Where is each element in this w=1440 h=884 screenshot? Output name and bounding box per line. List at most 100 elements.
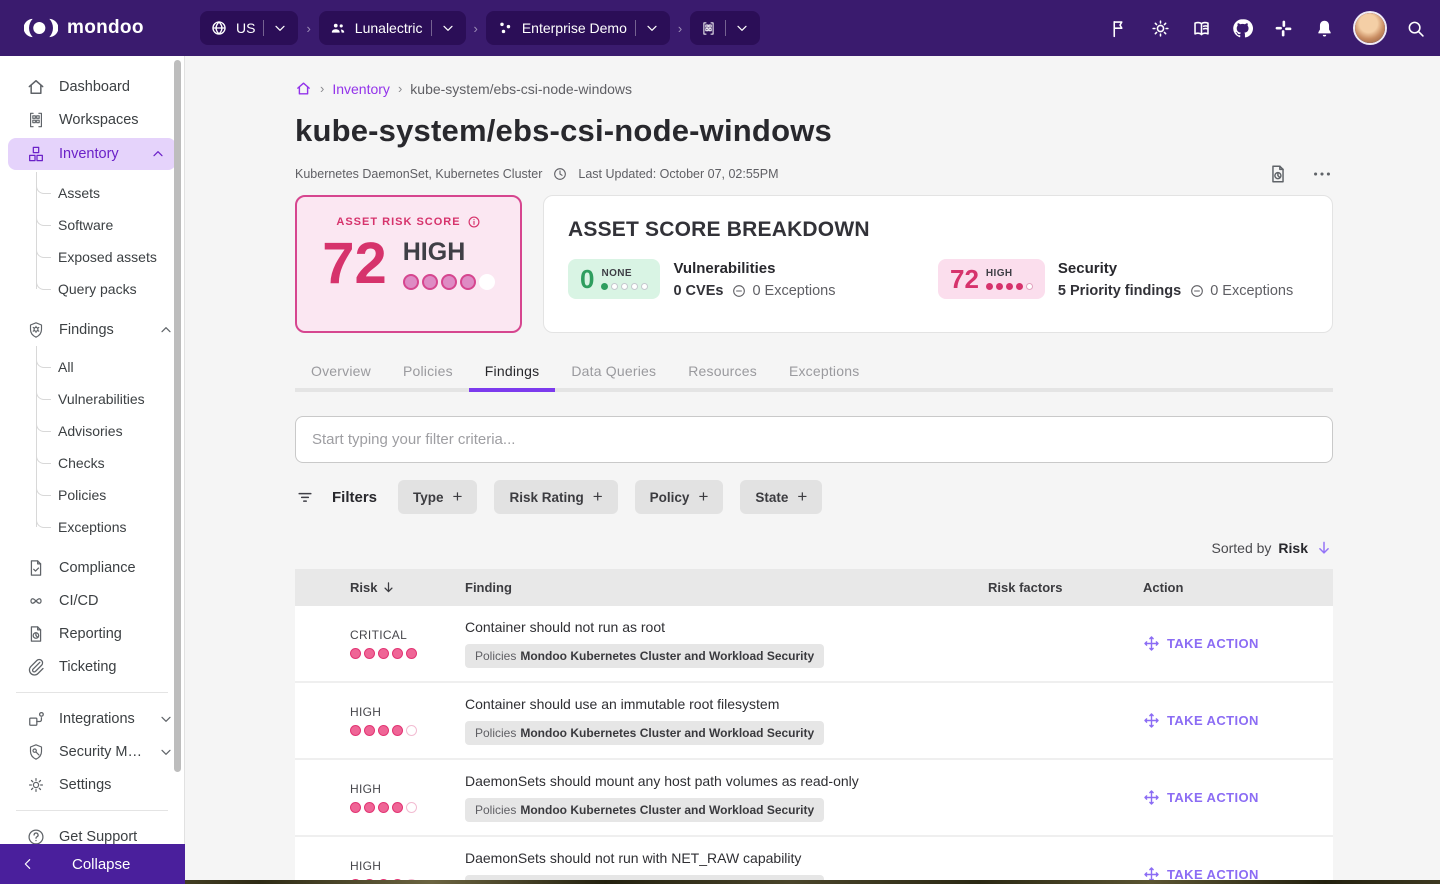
sidebar-item-dashboard[interactable]: Dashboard: [0, 70, 184, 103]
move-arrows-icon: [1143, 789, 1160, 806]
sidebar-item-checks[interactable]: Checks: [36, 447, 184, 479]
info-icon[interactable]: [467, 215, 481, 229]
chevron-down-icon[interactable]: [734, 20, 750, 36]
asset-meta-row: Kubernetes DaemonSet, Kubernetes Cluster…: [295, 163, 1333, 185]
asset-scope-dropdown[interactable]: [690, 11, 761, 45]
tab-resources[interactable]: Resources: [672, 352, 773, 388]
sidebar-item-label: Exceptions: [58, 519, 127, 535]
sidebar-collapse-button[interactable]: Collapse: [0, 844, 185, 884]
sidebar-item-settings[interactable]: Settings: [0, 768, 184, 801]
docs-book-icon[interactable]: [1191, 18, 1212, 39]
table-row[interactable]: HIGH DaemonSets should mount any host pa…: [295, 760, 1333, 837]
take-action-button[interactable]: TAKE ACTION: [1143, 635, 1333, 652]
sidebar-item-cicd[interactable]: CI/CD: [0, 584, 184, 617]
finding-title: Container should use an immutable root f…: [465, 696, 780, 712]
table-header-row: Risk Finding Risk factors Action: [295, 569, 1333, 606]
sidebar-item-advisories[interactable]: Advisories: [36, 415, 184, 447]
table-row[interactable]: CRITICAL Container should not run as roo…: [295, 606, 1333, 683]
table-row[interactable]: HIGH DaemonSets should not run with NET_…: [295, 837, 1333, 884]
user-avatar[interactable]: [1355, 13, 1385, 43]
sidebar-scrollbar[interactable]: [174, 60, 181, 772]
workspaces-icon: [26, 110, 46, 130]
filters-row: Filters Type + Risk Rating + Policy + State…: [295, 480, 1333, 514]
breadcrumb-inventory-link[interactable]: Inventory: [332, 81, 390, 97]
report-icon-button[interactable]: [1267, 163, 1289, 185]
chevron-up-icon[interactable]: [158, 322, 174, 338]
notifications-bell-icon[interactable]: [1314, 18, 1335, 39]
table-row[interactable]: HIGH Container should use an immutable r…: [295, 683, 1333, 760]
sort-control[interactable]: Sorted by Risk: [295, 539, 1333, 557]
region-dropdown[interactable]: US: [200, 11, 299, 45]
search-icon[interactable]: [1405, 18, 1426, 39]
sidebar-item-label: Compliance: [59, 559, 136, 576]
sidebar-item-integrations[interactable]: Integrations: [0, 702, 184, 735]
last-updated-text: Last Updated: October 07, 02:55PM: [578, 167, 779, 181]
tab-findings[interactable]: Findings: [468, 352, 556, 392]
sidebar-item-ticketing[interactable]: Ticketing: [0, 650, 184, 683]
sidebar-item-workspaces[interactable]: Workspaces: [0, 103, 184, 136]
sidebar-item-assets[interactable]: Assets: [36, 177, 184, 209]
take-action-button[interactable]: TAKE ACTION: [1143, 789, 1333, 806]
filter-chip-type[interactable]: Type +: [398, 480, 478, 514]
mondoo-logo-icon: [24, 18, 58, 38]
sidebar-item-policies[interactable]: Policies: [36, 479, 184, 511]
tab-exceptions[interactable]: Exceptions: [773, 352, 875, 388]
sidebar-item-findings[interactable]: Findings: [0, 313, 184, 346]
asset-type-text: Kubernetes DaemonSet, Kubernetes Cluster: [295, 167, 543, 181]
chevron-down-icon[interactable]: [644, 20, 660, 36]
cluster-icon: [496, 19, 514, 37]
take-action-button[interactable]: TAKE ACTION: [1143, 712, 1333, 729]
filter-chip-risk-rating[interactable]: Risk Rating +: [494, 480, 618, 514]
sidebar-item-inventory[interactable]: Inventory: [8, 138, 176, 170]
collapse-label: Collapse: [72, 855, 131, 873]
sidebar-item-all[interactable]: All: [36, 351, 184, 383]
tab-overview[interactable]: Overview: [295, 352, 387, 388]
tab-data-queries[interactable]: Data Queries: [555, 352, 672, 388]
chevron-down-icon[interactable]: [272, 20, 288, 36]
space-dropdown[interactable]: Enterprise Demo: [485, 11, 670, 45]
sidebar-item-label: CI/CD: [59, 592, 99, 609]
chevron-down-icon[interactable]: [158, 744, 174, 760]
sidebar-item-reporting[interactable]: Reporting: [0, 617, 184, 650]
sidebar-item-query-packs[interactable]: Query packs: [36, 273, 184, 305]
sidebar-item-exceptions[interactable]: Exceptions: [36, 511, 184, 543]
filter-chip-state[interactable]: State +: [740, 480, 823, 514]
home-breadcrumb-icon[interactable]: [295, 80, 312, 97]
flag-icon[interactable]: [1109, 18, 1130, 39]
mondoo-logo[interactable]: mondoo: [24, 16, 200, 40]
tab-policies[interactable]: Policies: [387, 352, 469, 388]
sidebar-item-label: Checks: [58, 455, 105, 471]
sidebar-item-label: Ticketing: [59, 658, 117, 675]
move-arrows-icon: [1143, 712, 1160, 729]
filter-chip-policy[interactable]: Policy +: [634, 480, 724, 514]
people-icon: [329, 19, 347, 37]
chevron-down-icon[interactable]: [440, 20, 456, 36]
org-dropdown[interactable]: Lunalectric: [318, 11, 466, 45]
sidebar-item-vulnerabilities[interactable]: Vulnerabilities: [36, 383, 184, 415]
chevron-up-icon[interactable]: [150, 146, 166, 162]
sidebar-item-label: Dashboard: [59, 78, 130, 95]
finding-title: DaemonSets should mount any host path vo…: [465, 773, 859, 789]
sidebar-item-compliance[interactable]: Compliance: [0, 551, 184, 584]
more-options-icon[interactable]: [1311, 163, 1333, 185]
risk-dots: [402, 274, 495, 290]
findings-bug-shield-icon: [26, 320, 46, 340]
risk-dots: [350, 802, 465, 813]
top-bar: mondoo US › Lunalectric › Enterprise Dem…: [0, 0, 1440, 56]
risk-dots: [350, 725, 465, 736]
sidebar-item-exposed-assets[interactable]: Exposed assets: [36, 241, 184, 273]
sidebar-item-security-model[interactable]: Security Mo...: [0, 735, 184, 768]
security-score: 72: [950, 264, 979, 294]
sort-direction-arrow-icon[interactable]: [1315, 539, 1333, 557]
sidebar-item-label: Inventory: [59, 146, 119, 162]
header-risk[interactable]: Risk: [295, 580, 465, 595]
theme-toggle-icon[interactable]: [1150, 18, 1171, 39]
security-score-badge: 72 HIGH: [938, 259, 1045, 299]
ticketing-paperclip-icon: [26, 657, 46, 677]
filter-criteria-input[interactable]: [295, 416, 1333, 463]
github-icon[interactable]: [1232, 18, 1253, 39]
slack-icon[interactable]: [1273, 18, 1294, 39]
sidebar-item-software[interactable]: Software: [36, 209, 184, 241]
inventory-subtree: Assets Software Exposed assets Query pac…: [36, 172, 184, 313]
chevron-down-icon[interactable]: [158, 711, 174, 727]
